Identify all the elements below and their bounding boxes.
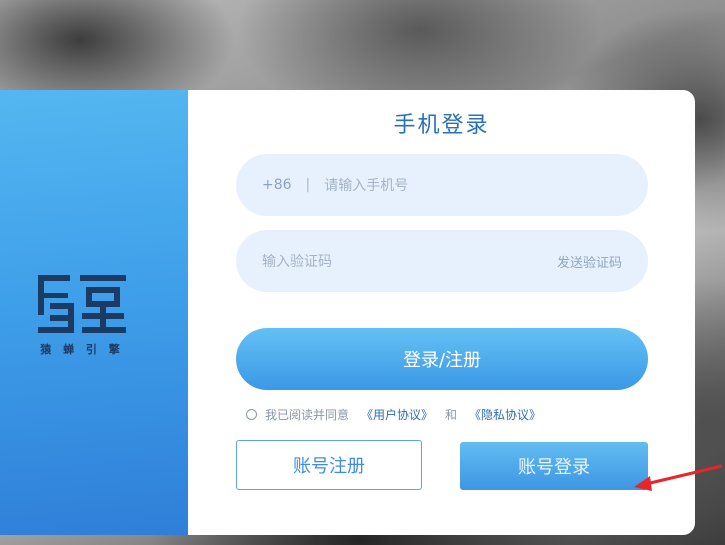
login-form: 手机登录 +86 | 请输入手机号 输入验证码 发送验证码 登录/注册 我已阅读… [188, 90, 695, 535]
brand-panel: 猿 蝉 引 擎 [0, 90, 188, 535]
code-placeholder: 输入验证码 [262, 254, 332, 270]
send-code-button[interactable]: 发送验证码 [557, 252, 622, 271]
phone-placeholder: 请输入手机号 [324, 178, 409, 194]
agree-text: 我已阅读并同意 [265, 408, 350, 422]
and-text: 和 [445, 408, 458, 422]
logo-mark-icon [38, 275, 126, 333]
form-title: 手机登录 [393, 113, 490, 138]
brand-logo: 猿 蝉 引 擎 [36, 273, 128, 357]
verification-code-input[interactable]: 输入验证码 发送验证码 [236, 230, 648, 292]
red-arrow-annotation [634, 464, 723, 491]
account-login-button[interactable]: 账号登录 [460, 442, 648, 490]
phone-separator: | [305, 177, 311, 193]
user-agreement-link[interactable]: 《用户协议》 [361, 406, 433, 423]
brand-tagline: 猿 蝉 引 擎 [40, 343, 124, 356]
phone-input[interactable]: +86 | 请输入手机号 [236, 154, 648, 216]
agreement-row: 我已阅读并同意 《用户协议》 和 《隐私协议》 [246, 406, 541, 423]
login-card: 猿 蝉 引 擎 手机登录 +86 | 请输入手机号 输入验证码 发送验证码 登录… [0, 90, 695, 535]
agree-radio[interactable] [246, 409, 257, 420]
account-register-button[interactable]: 账号注册 [236, 440, 422, 490]
privacy-policy-link[interactable]: 《隐私协议》 [469, 406, 541, 423]
country-code[interactable]: +86 [262, 177, 292, 193]
login-register-button[interactable]: 登录/注册 [236, 328, 648, 390]
